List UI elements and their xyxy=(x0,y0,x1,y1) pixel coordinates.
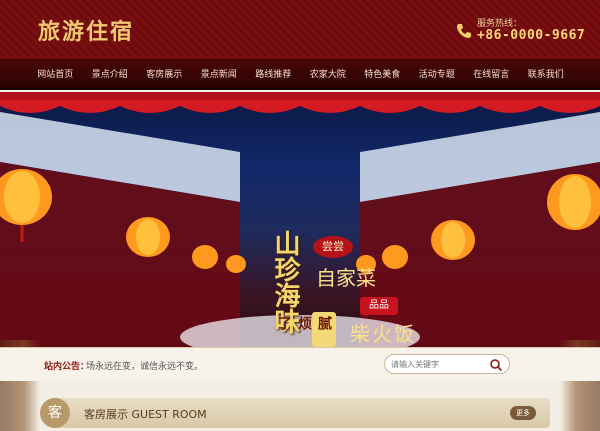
lantern-right-mid xyxy=(431,220,475,260)
nav-item-farmhouse[interactable]: 农家大院 xyxy=(301,60,356,90)
banner-text-chaihuo: 柴火饭 xyxy=(350,322,416,346)
site-logo[interactable]: 旅游住宿 xyxy=(38,14,134,46)
rooms-section-header: 客 客房展示 GUEST ROOM 更多 xyxy=(40,398,550,428)
nav-item-news[interactable]: 景点新闻 xyxy=(192,60,247,90)
section-title: 客房展示 GUEST ROOM xyxy=(84,408,207,421)
nav-item-events[interactable]: 活动专题 xyxy=(410,60,465,90)
banner-scene xyxy=(0,92,600,347)
notice-label: 站内公告： xyxy=(44,362,90,372)
search-input[interactable] xyxy=(391,358,487,371)
hotline-number: +86-0000-9667 xyxy=(477,28,586,43)
lantern-left-mid xyxy=(126,217,170,257)
banner-badge-chang: 尝尝 xyxy=(313,236,353,258)
nav-item-contact[interactable]: 联系我们 xyxy=(519,60,574,90)
hotline: 服务热线： +86-0000-9667 xyxy=(455,14,595,48)
search-box xyxy=(384,354,510,374)
more-button[interactable]: 更多 xyxy=(510,406,536,420)
nav-item-food[interactable]: 特色美食 xyxy=(355,60,410,90)
nav-item-attractions[interactable]: 景点介绍 xyxy=(83,60,138,90)
section-badge: 客 xyxy=(40,398,70,428)
curtain-swag xyxy=(0,100,600,113)
banner-text-zijiacai: 自家菜 xyxy=(316,266,376,290)
main-nav: 网站首页 景点介绍 客房展示 景点新闻 路线推荐 农家大院 特色美食 活动专题 … xyxy=(0,60,600,90)
nav-item-guestbook[interactable]: 在线留言 xyxy=(464,60,519,90)
site-header: 旅游住宿 服务热线： +86-0000-9667 xyxy=(0,0,600,60)
nav-item-routes[interactable]: 路线推荐 xyxy=(246,60,301,90)
banner-badge-pinpin: 品品 xyxy=(360,297,398,315)
notice-text[interactable]: 场永远在变，诚信永远不变。 xyxy=(86,359,203,372)
notice-bar: 站内公告： 场永远在变，诚信永远不变。 xyxy=(0,347,600,381)
hero-banner[interactable]: 山珍海味 尝尝 自家菜 腻烦了 品品 柴火饭 xyxy=(0,92,600,347)
banner-text-nifanle: 腻烦了 xyxy=(276,312,336,347)
search-icon[interactable] xyxy=(489,358,503,372)
nav-item-home[interactable]: 网站首页 xyxy=(28,60,83,90)
nav-item-rooms[interactable]: 客房展示 xyxy=(137,60,192,90)
phone-icon xyxy=(457,24,471,38)
